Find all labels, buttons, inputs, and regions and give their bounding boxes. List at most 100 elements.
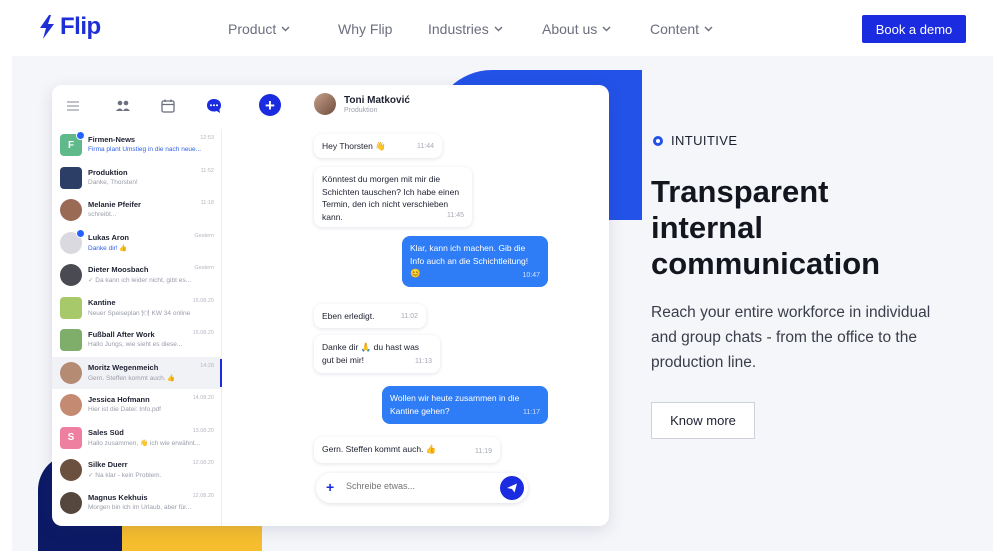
conversation-name: Firmen-News (88, 135, 136, 144)
conversation-preview: Danke, Thorsten! (88, 178, 138, 186)
conversation-name: Sales Süd (88, 427, 124, 437)
send-button[interactable] (500, 476, 524, 500)
menu-icon[interactable] (64, 97, 82, 115)
conversation-time: 15.08.20 (192, 297, 214, 304)
list-item[interactable]: Produktion Danke, Thorsten! 11:52 (52, 162, 222, 194)
conversation-name: Magnus Kekhuis (88, 492, 148, 502)
conversation-preview: Hallo zusammen, 👋 ich wie erwähnt... (88, 439, 201, 447)
nav-item-label: Industries (428, 21, 489, 37)
plus-icon: + (265, 95, 275, 115)
conversation-name: Produktion (88, 167, 128, 177)
message-text: Eben erledigt. (322, 311, 375, 321)
message-time: 11:45 (447, 211, 464, 219)
avatar: S (60, 426, 82, 449)
nav-item-label: Content (650, 21, 700, 37)
list-item[interactable]: Fußball After Work Hallo Jungs, wie sieht… (52, 324, 222, 356)
logo-text: Flip (60, 13, 101, 40)
conversation-name: Melanie Pfeifer (88, 200, 141, 209)
nav-item-why-flip[interactable]: Why Flip (338, 21, 392, 37)
list-item[interactable]: Moritz Wegenmeich Gern. Steffen kommt auc… (52, 356, 222, 389)
calendar-icon[interactable] (159, 97, 177, 115)
conversation-name: Fußball After Work (88, 330, 155, 339)
conversation-preview: schreibt... (88, 211, 117, 218)
conversation-name: Kantine (88, 297, 116, 307)
avatar (60, 166, 82, 189)
avatar (60, 296, 82, 319)
list-item[interactable]: F Firmen-News Firma plant Umstieg in die n… (52, 129, 222, 161)
avatar (314, 93, 336, 115)
message-bubble: Hey Thorsten 👋 11:44 (314, 134, 442, 158)
message-bubble: Gern. Steffen kommt auch. 👍 11:19 (314, 437, 500, 463)
chat-contact-name: Toni Matković (344, 95, 410, 106)
people-icon[interactable] (114, 97, 132, 115)
headline-line: internal (651, 210, 763, 245)
conversation-name: Jessica Hofmann (88, 395, 150, 404)
chevron-down-icon (494, 26, 503, 32)
conversation-time: Gestern (194, 265, 214, 271)
message-bubble: Danke dir 🙏 du hast was gut bei mir! 11:… (314, 335, 440, 373)
list-item[interactable]: Lukas Aron Danke dir! 👍 Gestern (52, 227, 222, 259)
conversation-preview: Danke dir! 👍 (88, 244, 128, 252)
nav-item-label: Why Flip (338, 21, 393, 37)
bolt-icon (40, 15, 54, 39)
message-text: Hey Thorsten 👋 (322, 141, 386, 151)
unread-badge (76, 131, 85, 140)
message-time: 11:19 (475, 447, 492, 455)
conversation-name: Moritz Wegenmeich (88, 362, 159, 372)
message-time: 11:44 (417, 142, 434, 150)
app-mockup: + F Firmen-News Firma plant Umstieg in die… (52, 85, 609, 526)
top-nav: Flip Product Why Flip Industries About u… (0, 0, 993, 56)
feature-headline: Transparent internal communication (651, 174, 951, 282)
chevron-down-icon (704, 26, 713, 32)
list-item[interactable]: Jessica Hofmann Hier ist die Datei: Info.… (52, 389, 222, 421)
conversation-preview: Hier ist die Datei: Info.pdf (88, 406, 161, 413)
avatar (60, 394, 82, 416)
list-item[interactable]: Magnus Kekhuis Morgen bin ich im Urlaub, … (52, 487, 222, 519)
message-bubble: Klar, kann ich machen. Gib die Info auch… (402, 236, 548, 287)
conversation-list: F Firmen-News Firma plant Umstieg in die n… (52, 129, 222, 526)
message-text: Wollen wir heute zusammen in die Kantine… (390, 393, 520, 416)
flip-logo[interactable]: Flip (38, 13, 101, 41)
new-chat-button[interactable]: + (259, 94, 281, 116)
avatar (60, 199, 82, 221)
avatar (60, 329, 82, 351)
nav-item-content[interactable]: Content (650, 21, 713, 37)
conversation-preview: Firma plant Umstieg in die nach neue... (88, 146, 202, 153)
avatar (60, 264, 82, 286)
book-demo-button[interactable]: Book a demo (862, 15, 966, 43)
message-text: Klar, kann ich machen. Gib die Info auch… (410, 243, 529, 278)
conversation-name: Dieter Moosbach (88, 265, 149, 274)
feature-description: Reach your entire workforce in individua… (651, 304, 931, 371)
headline-line: communication (651, 246, 881, 281)
know-more-button[interactable]: Know more (651, 402, 755, 439)
chevron-down-icon (281, 26, 290, 32)
conversation-name: Silke Duerr (88, 460, 128, 469)
list-item[interactable]: Kantine Neuer Speiseplan 🍽 KW 34 online 15… (52, 292, 222, 324)
conversation-preview: Hallo Jungs, wie sieht es diese... (88, 341, 183, 348)
message-time: 11:02 (401, 312, 418, 320)
nav-item-label: Product (228, 21, 277, 37)
list-item[interactable]: Dieter Moosbach ✓ Da kann ich leider nich… (52, 259, 222, 291)
conversation-preview: ✓ Da kann ich leider nicht, gibt es... (88, 277, 191, 284)
message-composer: + (316, 473, 528, 503)
chevron-down-icon (602, 26, 611, 32)
message-text: Gern. Steffen kommt auch. 👍 (322, 444, 437, 454)
chat-contact-subtitle: Produktion (344, 107, 378, 114)
chat-icon[interactable] (205, 97, 223, 115)
list-item[interactable]: Melanie Pfeifer schreibt... 11:18 (52, 194, 222, 226)
avatar (60, 459, 82, 481)
list-item[interactable]: Silke Duerr ✓ Na klar - kein Problem. 12.0… (52, 454, 222, 486)
eyebrow-label: INTUITIVE (671, 133, 738, 148)
nav-item-about-us[interactable]: About us (542, 21, 611, 37)
nav-item-product[interactable]: Product (228, 21, 290, 37)
message-bubble: Wollen wir heute zusammen in die Kantine… (382, 386, 548, 424)
list-item[interactable]: S Sales Süd Hallo zusammen, 👋 ich wie erwä… (52, 422, 222, 454)
message-bubble: Eben erledigt. 11:02 (314, 304, 426, 328)
unread-badge (76, 228, 85, 238)
message-time: 11:13 (415, 357, 432, 365)
message-input[interactable] (346, 481, 486, 491)
nav-item-industries[interactable]: Industries (428, 21, 503, 37)
send-icon (507, 483, 517, 493)
add-attachment-icon[interactable]: + (326, 479, 334, 495)
conversation-name: Lukas Aron (88, 232, 129, 242)
